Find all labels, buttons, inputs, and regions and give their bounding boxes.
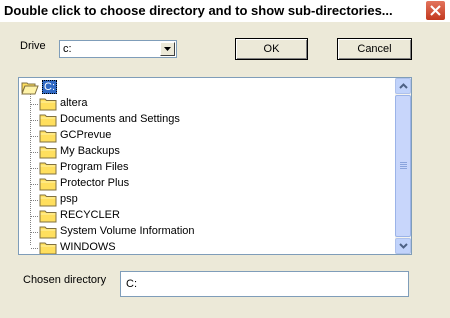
tree-connector xyxy=(31,136,38,137)
folder-icon xyxy=(39,194,57,207)
folder-icon xyxy=(39,210,57,223)
tree-connector xyxy=(31,184,38,185)
folder-icon xyxy=(39,242,57,254)
folder-icon xyxy=(39,146,57,159)
tree-item-label: System Volume Information xyxy=(60,225,195,237)
chosen-directory-label: Chosen directory xyxy=(23,274,107,286)
scroll-up-icon xyxy=(399,83,408,89)
tree-item[interactable]: Protector Plus xyxy=(39,176,239,192)
tree-item-label: Protector Plus xyxy=(60,177,130,189)
drive-select[interactable]: c: xyxy=(59,40,177,58)
close-icon xyxy=(430,5,441,16)
drive-dropdown-button[interactable] xyxy=(160,42,175,56)
tree-connector xyxy=(31,248,38,249)
tree-connector xyxy=(31,232,38,233)
tree-item-label: altera xyxy=(60,97,88,109)
chosen-directory-value: C: xyxy=(126,278,137,290)
tree-item[interactable]: Program Files xyxy=(39,160,239,176)
tree-item-label: psp xyxy=(60,193,78,205)
tree-connector xyxy=(31,216,38,217)
tree-connector xyxy=(31,152,38,153)
drive-label: Drive xyxy=(20,40,46,52)
tree-item[interactable]: Documents and Settings xyxy=(39,112,239,128)
tree-root-label: C: xyxy=(42,80,57,94)
drive-select-value: c: xyxy=(63,43,72,55)
cancel-button[interactable]: Cancel xyxy=(337,38,412,60)
tree-scrollbar[interactable] xyxy=(395,78,411,254)
tree-item[interactable]: GCPrevue xyxy=(39,128,239,144)
tree-item-root[interactable]: C: xyxy=(21,80,81,96)
tree-item[interactable]: RECYCLER xyxy=(39,208,239,224)
folder-icon xyxy=(39,226,57,239)
folder-icon xyxy=(39,178,57,191)
folder-icon xyxy=(39,98,57,111)
tree-item[interactable]: My Backups xyxy=(39,144,239,160)
folder-icon xyxy=(39,162,57,175)
folder-icon xyxy=(39,114,57,127)
tree-item[interactable]: altera xyxy=(39,96,239,112)
open-folder-icon xyxy=(21,82,39,95)
tree-connector xyxy=(31,104,38,105)
close-button[interactable] xyxy=(425,0,446,21)
directory-tree[interactable]: C: altera Documents and Settings GCPrevue M… xyxy=(18,77,412,255)
tree-connector xyxy=(31,200,38,201)
scroll-thumb[interactable] xyxy=(395,95,411,237)
folder-icon xyxy=(39,130,57,143)
tree-item-label: My Backups xyxy=(60,145,120,157)
tree-item[interactable]: WINDOWS xyxy=(39,240,239,254)
chevron-down-icon xyxy=(164,47,171,51)
scroll-down-icon xyxy=(399,243,408,249)
window-title: Double click to choose directory and to … xyxy=(4,3,393,18)
tree-item-label: GCPrevue xyxy=(60,129,112,141)
tree-item-label: Program Files xyxy=(60,161,129,173)
chosen-directory-field[interactable]: C: xyxy=(120,271,409,297)
tree-item-label: Documents and Settings xyxy=(60,113,180,125)
scroll-up-button[interactable] xyxy=(395,78,411,94)
tree-item-label: RECYCLER xyxy=(60,209,120,221)
tree-item[interactable]: System Volume Information xyxy=(39,224,239,240)
scroll-down-button[interactable] xyxy=(395,238,411,254)
tree-item-label: WINDOWS xyxy=(60,241,116,253)
tree-connector xyxy=(30,94,31,245)
ok-button[interactable]: OK xyxy=(235,38,308,60)
tree-connector xyxy=(31,168,38,169)
tree-item[interactable]: psp xyxy=(39,192,239,208)
tree-connector xyxy=(31,120,38,121)
title-bar: Double click to choose directory and to … xyxy=(0,0,450,22)
